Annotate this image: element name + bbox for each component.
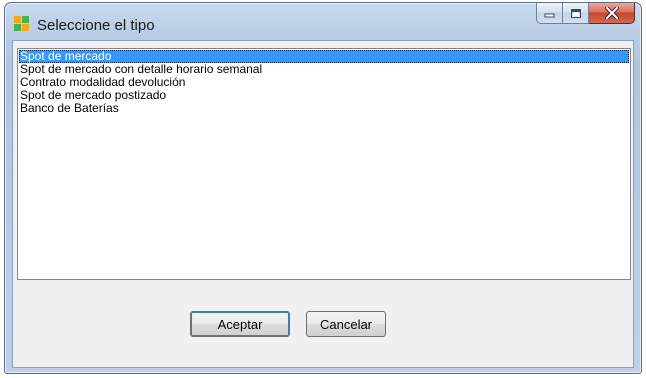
app-grid-icon [14,16,30,32]
close-icon [604,7,619,19]
type-listbox[interactable]: Spot de mercado Spot de mercado con deta… [17,48,631,280]
dialog-window: Seleccione el tipo Spot de mercado Spot … [4,2,642,374]
minimize-button[interactable] [536,3,563,24]
maximize-button[interactable] [563,3,589,24]
maximize-icon [570,8,581,18]
title-bar[interactable]: Seleccione el tipo [5,3,641,41]
close-button[interactable] [589,3,635,24]
list-item[interactable]: Banco de Baterías [19,102,629,115]
cancel-button[interactable]: Cancelar [306,311,386,337]
window-title: Seleccione el tipo [37,17,155,34]
dialog-client-area: Spot de mercado Spot de mercado con deta… [12,40,634,368]
caption-buttons [536,3,635,25]
minimize-icon [544,13,555,18]
accept-button[interactable]: Aceptar [190,311,290,337]
